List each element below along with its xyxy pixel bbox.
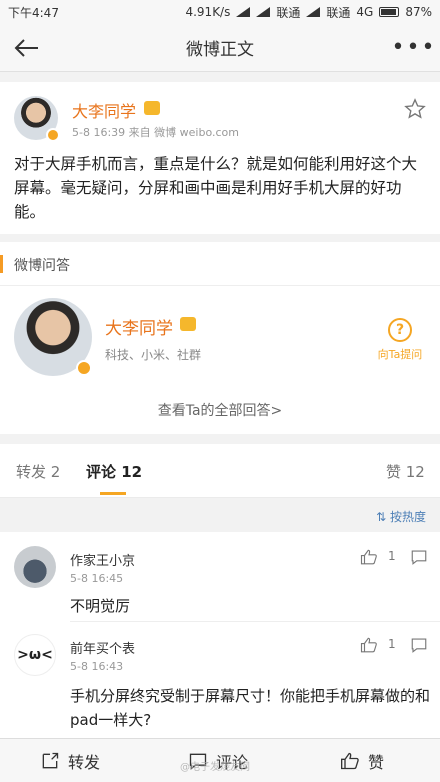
network-speed: 4.91K/s xyxy=(185,5,231,19)
comment-like-count: 1 xyxy=(388,637,396,651)
comment-text: 手机分屏终究受制于屏幕尺寸！你能把手机屏幕做的和pad一样大? xyxy=(70,687,431,729)
question-icon: ? xyxy=(388,318,412,342)
interaction-tabs: 转发 2 评论 12 赞 12 xyxy=(0,444,440,498)
view-all-answers-link[interactable]: 查看Ta的全部回答> xyxy=(0,400,440,420)
ask-question-button[interactable]: ? 向Ta提问 xyxy=(372,318,428,362)
ask-question-label: 向Ta提问 xyxy=(377,348,423,361)
comment-item: >ω< 前年买个表 5-8 16:43 手机分屏终究受制于屏幕尺寸！你能把手机屏… xyxy=(0,622,440,742)
comment-like-count: 1 xyxy=(388,549,396,563)
face-icon: >ω< xyxy=(17,647,53,663)
active-tab-indicator xyxy=(100,492,126,495)
like-label: 赞 xyxy=(368,753,385,772)
like-button[interactable]: 赞 xyxy=(340,739,384,782)
comment-like-icon[interactable] xyxy=(360,548,378,566)
vip-crown-icon xyxy=(144,101,160,115)
qa-author-tags: 科技、小米、社群 xyxy=(105,348,202,362)
more-button[interactable]: ••• xyxy=(388,24,440,72)
watermark: @电子发烧友网 xyxy=(180,762,250,773)
post-meta: 5-8 16:39 来自 微博 weibo.com xyxy=(72,126,239,139)
comment-text: 不明觉厉 xyxy=(70,597,131,615)
comment-time: 5-8 16:45 xyxy=(70,572,124,585)
post-content: 对于大屏手机而言，重点是什么？就是如何能利用好这个大屏幕。毫无疑问，分屏和画中画… xyxy=(14,155,418,221)
tab-likes[interactable]: 赞 12 xyxy=(386,461,425,482)
commenter-avatar[interactable]: >ω< xyxy=(14,634,56,676)
nav-bar: 微博正文 ••• xyxy=(0,24,440,72)
qa-vip-crown-icon xyxy=(180,317,196,331)
verified-badge-icon xyxy=(46,128,60,142)
battery-icon xyxy=(379,7,400,17)
like-icon xyxy=(341,752,359,770)
tab-comments[interactable]: 评论 12 xyxy=(86,461,142,482)
repost-button[interactable]: 转发 xyxy=(40,739,100,782)
carrier-2: 联通 xyxy=(326,5,351,20)
commenter-name[interactable]: 前年买个表 xyxy=(70,638,135,657)
repost-icon xyxy=(42,752,59,769)
commenter-avatar[interactable] xyxy=(14,546,56,588)
sort-button[interactable]: ⇅ 按热度 xyxy=(376,508,426,525)
comment-reply-icon[interactable] xyxy=(410,548,428,566)
repost-label: 转发 xyxy=(68,753,101,772)
comment-reply-icon[interactable] xyxy=(410,636,428,654)
sort-icon: ⇅ xyxy=(376,510,390,524)
favorite-star-icon[interactable] xyxy=(404,98,426,120)
qa-author-name[interactable]: 大李同学 xyxy=(105,314,173,339)
wifi-icon xyxy=(236,7,251,17)
signal-icon xyxy=(256,7,271,17)
qa-card: 微博问答 大李同学 科技、小米、社群 ? 向Ta提问 查看Ta的全部回答> xyxy=(0,242,440,434)
comment-list: 作家王小京 5-8 16:45 不明觉厉 1 >ω< 前年买个表 5-8 16:… xyxy=(0,532,440,742)
signal-icon-2 xyxy=(306,7,321,17)
sort-label: 按热度 xyxy=(389,510,426,524)
qa-verified-badge-icon xyxy=(76,360,92,376)
tab-repost[interactable]: 转发 2 xyxy=(16,461,60,482)
carrier-1: 联通 xyxy=(276,5,301,20)
author-name[interactable]: 大李同学 xyxy=(72,98,136,122)
qa-header-accent xyxy=(0,255,3,273)
qa-header: 微博问答 xyxy=(0,242,440,286)
post-card: 大李同学 5-8 16:39 来自 微博 weibo.com 对于大屏手机而言，… xyxy=(0,82,440,234)
status-bar: 下午4:47 4.91K/s 联通 联通 4G 87% xyxy=(0,0,440,24)
comment-like-icon[interactable] xyxy=(360,636,378,654)
page-title: 微博正文 xyxy=(186,40,254,60)
comment-time: 5-8 16:43 xyxy=(70,660,124,673)
battery-level: 87% xyxy=(405,5,432,19)
back-button[interactable] xyxy=(0,24,52,72)
more-icon: ••• xyxy=(391,35,437,60)
network-type: 4G xyxy=(356,5,374,19)
sort-bar: ⇅ 按热度 xyxy=(0,498,440,532)
qa-section-title: 微博问答 xyxy=(14,258,70,274)
back-arrow-icon xyxy=(14,38,38,57)
status-right: 4.91K/s 联通 联通 4G 87% xyxy=(185,4,432,21)
commenter-name[interactable]: 作家王小京 xyxy=(70,550,135,569)
comment-item: 作家王小京 5-8 16:45 不明觉厉 1 xyxy=(0,532,440,622)
status-time: 下午4:47 xyxy=(8,5,59,20)
